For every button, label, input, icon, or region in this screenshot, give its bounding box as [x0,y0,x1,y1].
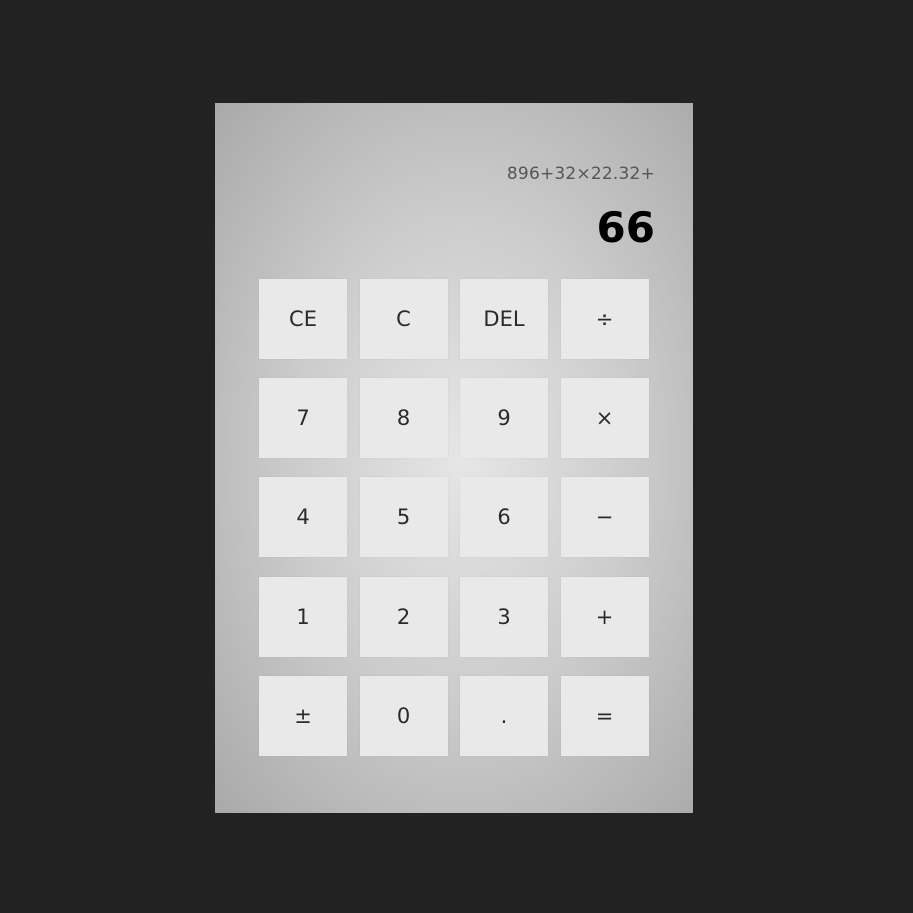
digit-3-button[interactable]: 3 [460,576,548,657]
digit-5-button[interactable]: 5 [359,477,448,558]
digit-4-button[interactable]: 4 [259,477,347,558]
decimal-button[interactable]: . [460,675,548,756]
divide-button[interactable]: ÷ [560,279,649,359]
keypad: CE C DEL ÷ 7 8 9 × 4 5 6 − 1 2 3 + ± 0 .… [259,279,649,756]
digit-1-button[interactable]: 1 [259,576,347,657]
negate-button[interactable]: ± [259,675,347,756]
clear-button[interactable]: C [359,279,448,359]
clear-entry-button[interactable]: CE [259,279,347,359]
multiply-button[interactable]: × [560,378,649,459]
result-display: 66 [596,203,655,252]
digit-7-button[interactable]: 7 [259,378,347,459]
digit-9-button[interactable]: 9 [460,378,548,459]
expression-display: 896+32×22.32+ [506,164,655,184]
digit-2-button[interactable]: 2 [359,576,448,657]
digit-0-button[interactable]: 0 [359,675,448,756]
equals-button[interactable]: = [560,675,649,756]
add-button[interactable]: + [560,576,649,657]
delete-button[interactable]: DEL [460,279,548,359]
calculator-panel: 896+32×22.32+ 66 CE C DEL ÷ 7 8 9 × 4 5 … [215,103,693,813]
subtract-button[interactable]: − [560,477,649,558]
digit-8-button[interactable]: 8 [359,378,448,459]
digit-6-button[interactable]: 6 [460,477,548,558]
